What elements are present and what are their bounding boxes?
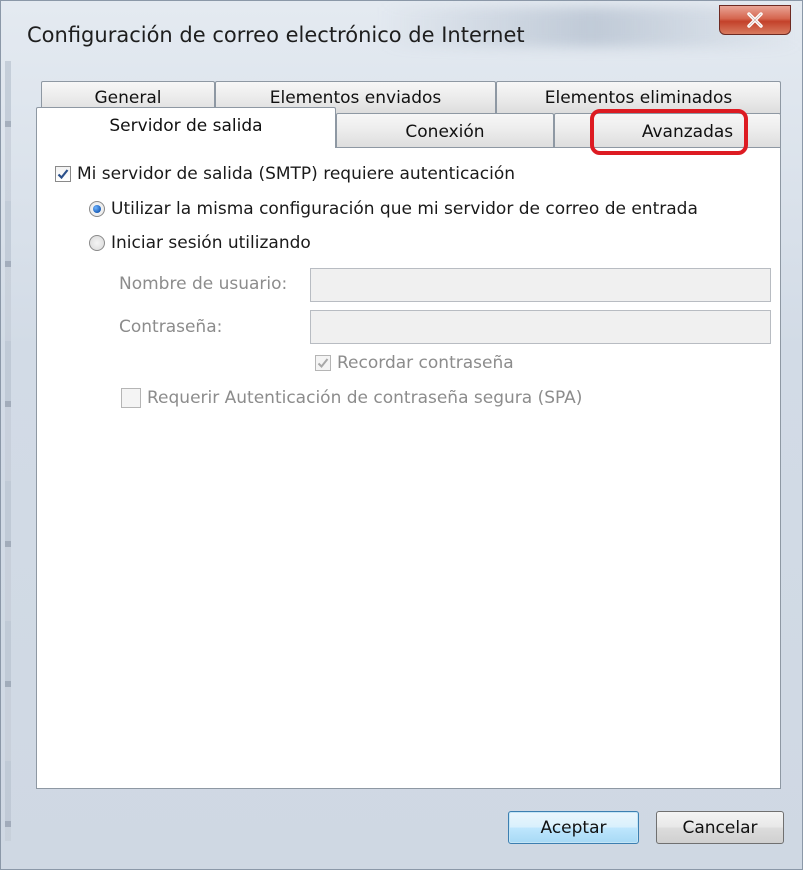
tab-label: Elementos enviados [269,88,442,108]
window-edge [5,61,11,841]
login-using-radio[interactable]: Iniciar sesión utilizando [89,233,311,253]
checkbox-box[interactable] [55,166,71,182]
remember-password-checkbox[interactable]: Recordar contraseña [315,353,514,373]
radio-label: Iniciar sesión utilizando [111,233,311,253]
checkbox-box[interactable] [121,388,141,408]
require-spa-checkbox[interactable]: Requerir Autenticación de contraseña seg… [121,388,582,408]
checkbox-label: Requerir Autenticación de contraseña seg… [147,388,583,408]
tab-label: Conexión [405,121,485,142]
requires-auth-checkbox[interactable]: Mi servidor de salida (SMTP) requiere au… [55,164,515,184]
username-field[interactable] [310,268,771,302]
checkbox-label: Mi servidor de salida (SMTP) requiere au… [77,164,516,184]
dialog-window: Configuración de correo electrónico de I… [0,0,803,870]
close-icon [747,12,763,28]
tab-label: Elementos eliminados [544,88,733,108]
radio-selected-dot [93,205,101,213]
tab-outgoing-server[interactable]: Servidor de salida [36,107,336,148]
password-field[interactable] [310,310,771,344]
close-button[interactable] [719,5,791,35]
radio-label: Utilizar la misma configuración que mi s… [111,199,698,219]
checkmark-icon [317,358,329,368]
checkbox-box[interactable] [315,355,331,371]
username-label: Nombre de usuario: [119,274,288,294]
checkmark-icon [57,169,69,180]
use-same-settings-radio[interactable]: Utilizar la misma configuración que mi s… [89,199,698,219]
window-title: Configuración de correo electrónico de I… [27,23,525,47]
annotation-highlight [590,109,748,155]
radio-button[interactable] [89,235,105,251]
tab-label: General [94,88,162,108]
checkbox-label: Recordar contraseña [337,353,514,373]
radio-button[interactable] [89,201,105,217]
cancel-button[interactable]: Cancelar [656,811,784,844]
tab-connection[interactable]: Conexión [336,113,554,149]
password-label: Contraseña: [119,317,223,337]
ok-button[interactable]: Aceptar [508,811,639,844]
tab-label: Servidor de salida [109,116,263,136]
